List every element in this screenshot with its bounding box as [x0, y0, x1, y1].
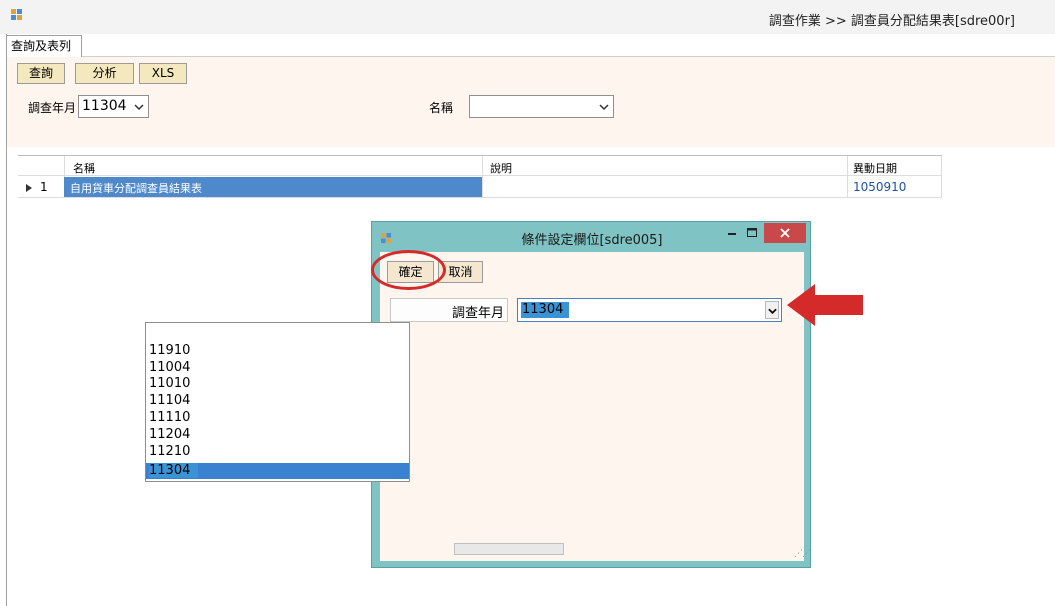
resize-grip-icon[interactable]: ⋰⋰: [794, 549, 811, 559]
list-item[interactable]: 11910: [146, 343, 409, 359]
list-item[interactable]: 11104: [146, 393, 409, 409]
month-select-value: 11304: [82, 98, 127, 114]
list-item[interactable]: 11204: [146, 427, 409, 443]
horizontal-scrollbar[interactable]: [454, 543, 564, 555]
chevron-down-icon: [134, 104, 144, 111]
month-combo[interactable]: 11304: [517, 298, 782, 322]
row-name: 自用貨車分配調查員結果表: [70, 182, 202, 195]
name-select[interactable]: [469, 95, 614, 118]
window-title: 調查作業 >> 調查員分配結果表[sdre00r]: [768, 14, 1015, 29]
field-label: 調查年月: [452, 306, 505, 321]
tab-query-list[interactable]: 查詢及表列: [6, 35, 82, 57]
list-item[interactable]: 11210: [146, 444, 409, 460]
annotation-circle: [371, 250, 446, 290]
chevron-down-icon: [768, 308, 777, 315]
month-label: 調查年月: [28, 101, 77, 115]
annotation-arrow-icon: [787, 284, 863, 326]
row-pointer-icon: [26, 184, 32, 192]
dialog-body: 確定 取消 調查年月 11304 ⋰⋰: [371, 250, 811, 561]
close-button[interactable]: [764, 223, 806, 243]
analyze-button[interactable]: 分析: [75, 63, 134, 84]
close-icon: [780, 228, 790, 238]
minimize-icon[interactable]: [722, 224, 742, 242]
row-date: 1050910: [853, 180, 907, 194]
maximize-icon[interactable]: [742, 224, 762, 242]
month-combo-value: 11304: [521, 302, 570, 318]
query-panel: 查詢 分析 XLS 調查年月 11304 名稱: [7, 56, 1055, 147]
list-item-selected-label: 11304: [149, 463, 199, 478]
month-dropdown-list: 11910 11004 11010 11104 11110 11204 1121…: [145, 322, 410, 482]
app-icon: [11, 9, 22, 20]
condition-dialog: 條件設定欄位[sdre005] 確定 取消 調查年月 11304 ⋰⋰: [371, 221, 811, 568]
column-header-desc[interactable]: 說明: [490, 160, 512, 176]
list-item-selected[interactable]: 11304: [146, 463, 409, 479]
row-index: 1: [40, 180, 48, 194]
grid-header: 名稱 說明 異動日期: [18, 155, 942, 177]
xls-button[interactable]: XLS: [139, 63, 187, 84]
title-bar: 調查作業 >> 調查員分配結果表[sdre00r]: [0, 0, 1055, 34]
column-header-date[interactable]: 異動日期: [853, 160, 897, 176]
table-row[interactable]: 1 自用貨車分配調查員結果表 1050910: [18, 177, 942, 198]
chevron-down-icon: [599, 104, 609, 111]
list-item[interactable]: 11004: [146, 360, 409, 376]
month-select[interactable]: 11304: [78, 95, 149, 118]
dropdown-toggle[interactable]: [765, 301, 779, 319]
selected-cell[interactable]: 自用貨車分配調查員結果表: [64, 177, 482, 197]
column-header-name[interactable]: 名稱: [73, 160, 95, 176]
query-button[interactable]: 查詢: [17, 63, 65, 84]
data-grid: 名稱 說明 異動日期 1 自用貨車分配調查員結果表 1050910: [18, 155, 1055, 202]
name-label: 名稱: [429, 101, 454, 115]
list-item[interactable]: 11010: [146, 376, 409, 392]
list-item[interactable]: 11110: [146, 410, 409, 426]
